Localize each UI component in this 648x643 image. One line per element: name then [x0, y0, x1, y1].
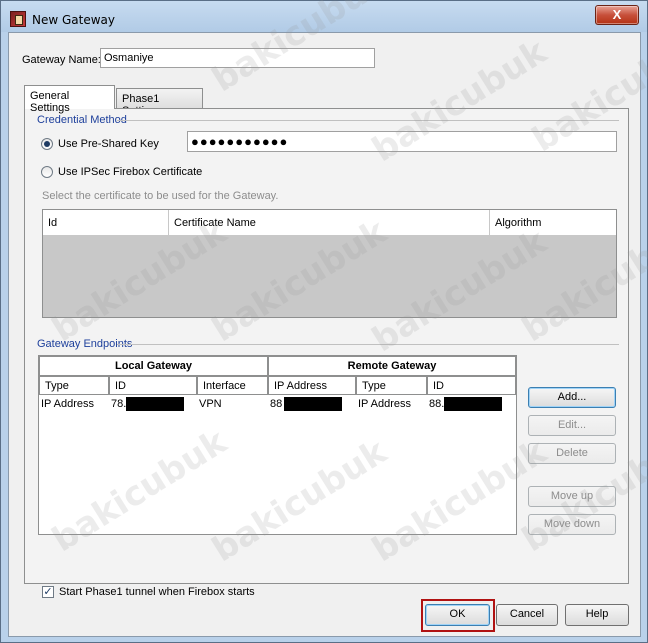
window-title: New Gateway — [32, 13, 115, 27]
dialog-window: New Gateway X Gateway Name: Osmaniye Gen… — [0, 0, 648, 643]
endpoints-divider — [117, 344, 619, 345]
add-endpoint-button[interactable]: Add... — [528, 387, 616, 408]
dialog-client: Gateway Name: Osmaniye General Settings … — [8, 32, 641, 637]
start-tunnel-checkbox[interactable]: ✓ — [42, 586, 54, 598]
edit-endpoint-button[interactable]: Edit... — [528, 415, 616, 436]
row-remote-id: 88. — [429, 398, 445, 410]
col-interface[interactable]: Interface — [197, 376, 268, 395]
delete-endpoint-button[interactable]: Delete — [528, 443, 616, 464]
cert-radio[interactable] — [41, 166, 53, 178]
col-remote-type[interactable]: Type — [356, 376, 427, 395]
col-local-id[interactable]: ID — [109, 376, 197, 395]
cert-label[interactable]: Use IPSec Firebox Certificate — [58, 166, 202, 178]
remote-gateway-header: Remote Gateway — [268, 356, 516, 376]
close-button[interactable]: X — [595, 5, 639, 25]
row-local-id: 78. — [111, 398, 127, 410]
redacted-remote-ip — [284, 397, 342, 411]
cert-col-algorithm[interactable]: Algorithm — [490, 210, 616, 236]
redacted-remote-id — [444, 397, 502, 411]
endpoints-table[interactable]: Local Gateway Remote Gateway Type ID Int… — [38, 355, 517, 535]
credential-method-title: Credential Method — [37, 114, 127, 126]
move-up-button[interactable]: Move up — [528, 486, 616, 507]
col-local-type[interactable]: Type — [39, 376, 109, 395]
psk-input[interactable]: ●●●●●●●●●●● — [187, 131, 617, 152]
redacted-local-ip — [126, 397, 184, 411]
cancel-button[interactable]: Cancel — [496, 604, 558, 626]
cert-hint: Select the certificate to be used for th… — [42, 190, 279, 202]
row-local-type: IP Address — [41, 398, 94, 410]
col-remote-id[interactable]: ID — [427, 376, 516, 395]
cert-col-id[interactable]: Id — [43, 210, 169, 236]
local-gateway-header: Local Gateway — [39, 356, 268, 376]
credential-divider — [117, 120, 619, 121]
title-bar[interactable]: New Gateway X — [1, 1, 647, 32]
general-settings-panel: Credential Method Use Pre-Shared Key ●●●… — [24, 108, 629, 598]
ok-button[interactable]: OK — [425, 604, 490, 626]
tab-phase1-settings[interactable]: Phase1 Settings — [116, 88, 203, 117]
psk-label[interactable]: Use Pre-Shared Key — [58, 138, 159, 150]
col-remote-ip[interactable]: IP Address — [268, 376, 356, 395]
row-remote-type: IP Address — [358, 398, 411, 410]
cert-table-body — [43, 236, 616, 317]
start-tunnel-label[interactable]: Start Phase1 tunnel when Firebox starts — [59, 586, 255, 598]
gateway-name-label: Gateway Name: — [22, 54, 101, 66]
help-button[interactable]: Help — [565, 604, 629, 626]
row-remote-ip: 88 — [270, 398, 283, 410]
table-row[interactable]: IP Address 78. VPN 88 IP Address 88. — [39, 395, 516, 413]
tab-general-settings[interactable]: General Settings — [24, 85, 115, 114]
firebox-app-icon — [10, 11, 26, 27]
certificate-table[interactable]: Id Certificate Name Algorithm — [42, 209, 617, 318]
psk-radio[interactable] — [41, 138, 53, 150]
cert-col-name[interactable]: Certificate Name — [169, 210, 490, 236]
row-interface: VPN — [199, 398, 222, 410]
gateway-name-input[interactable]: Osmaniye — [100, 48, 375, 68]
move-down-button[interactable]: Move down — [528, 514, 616, 535]
